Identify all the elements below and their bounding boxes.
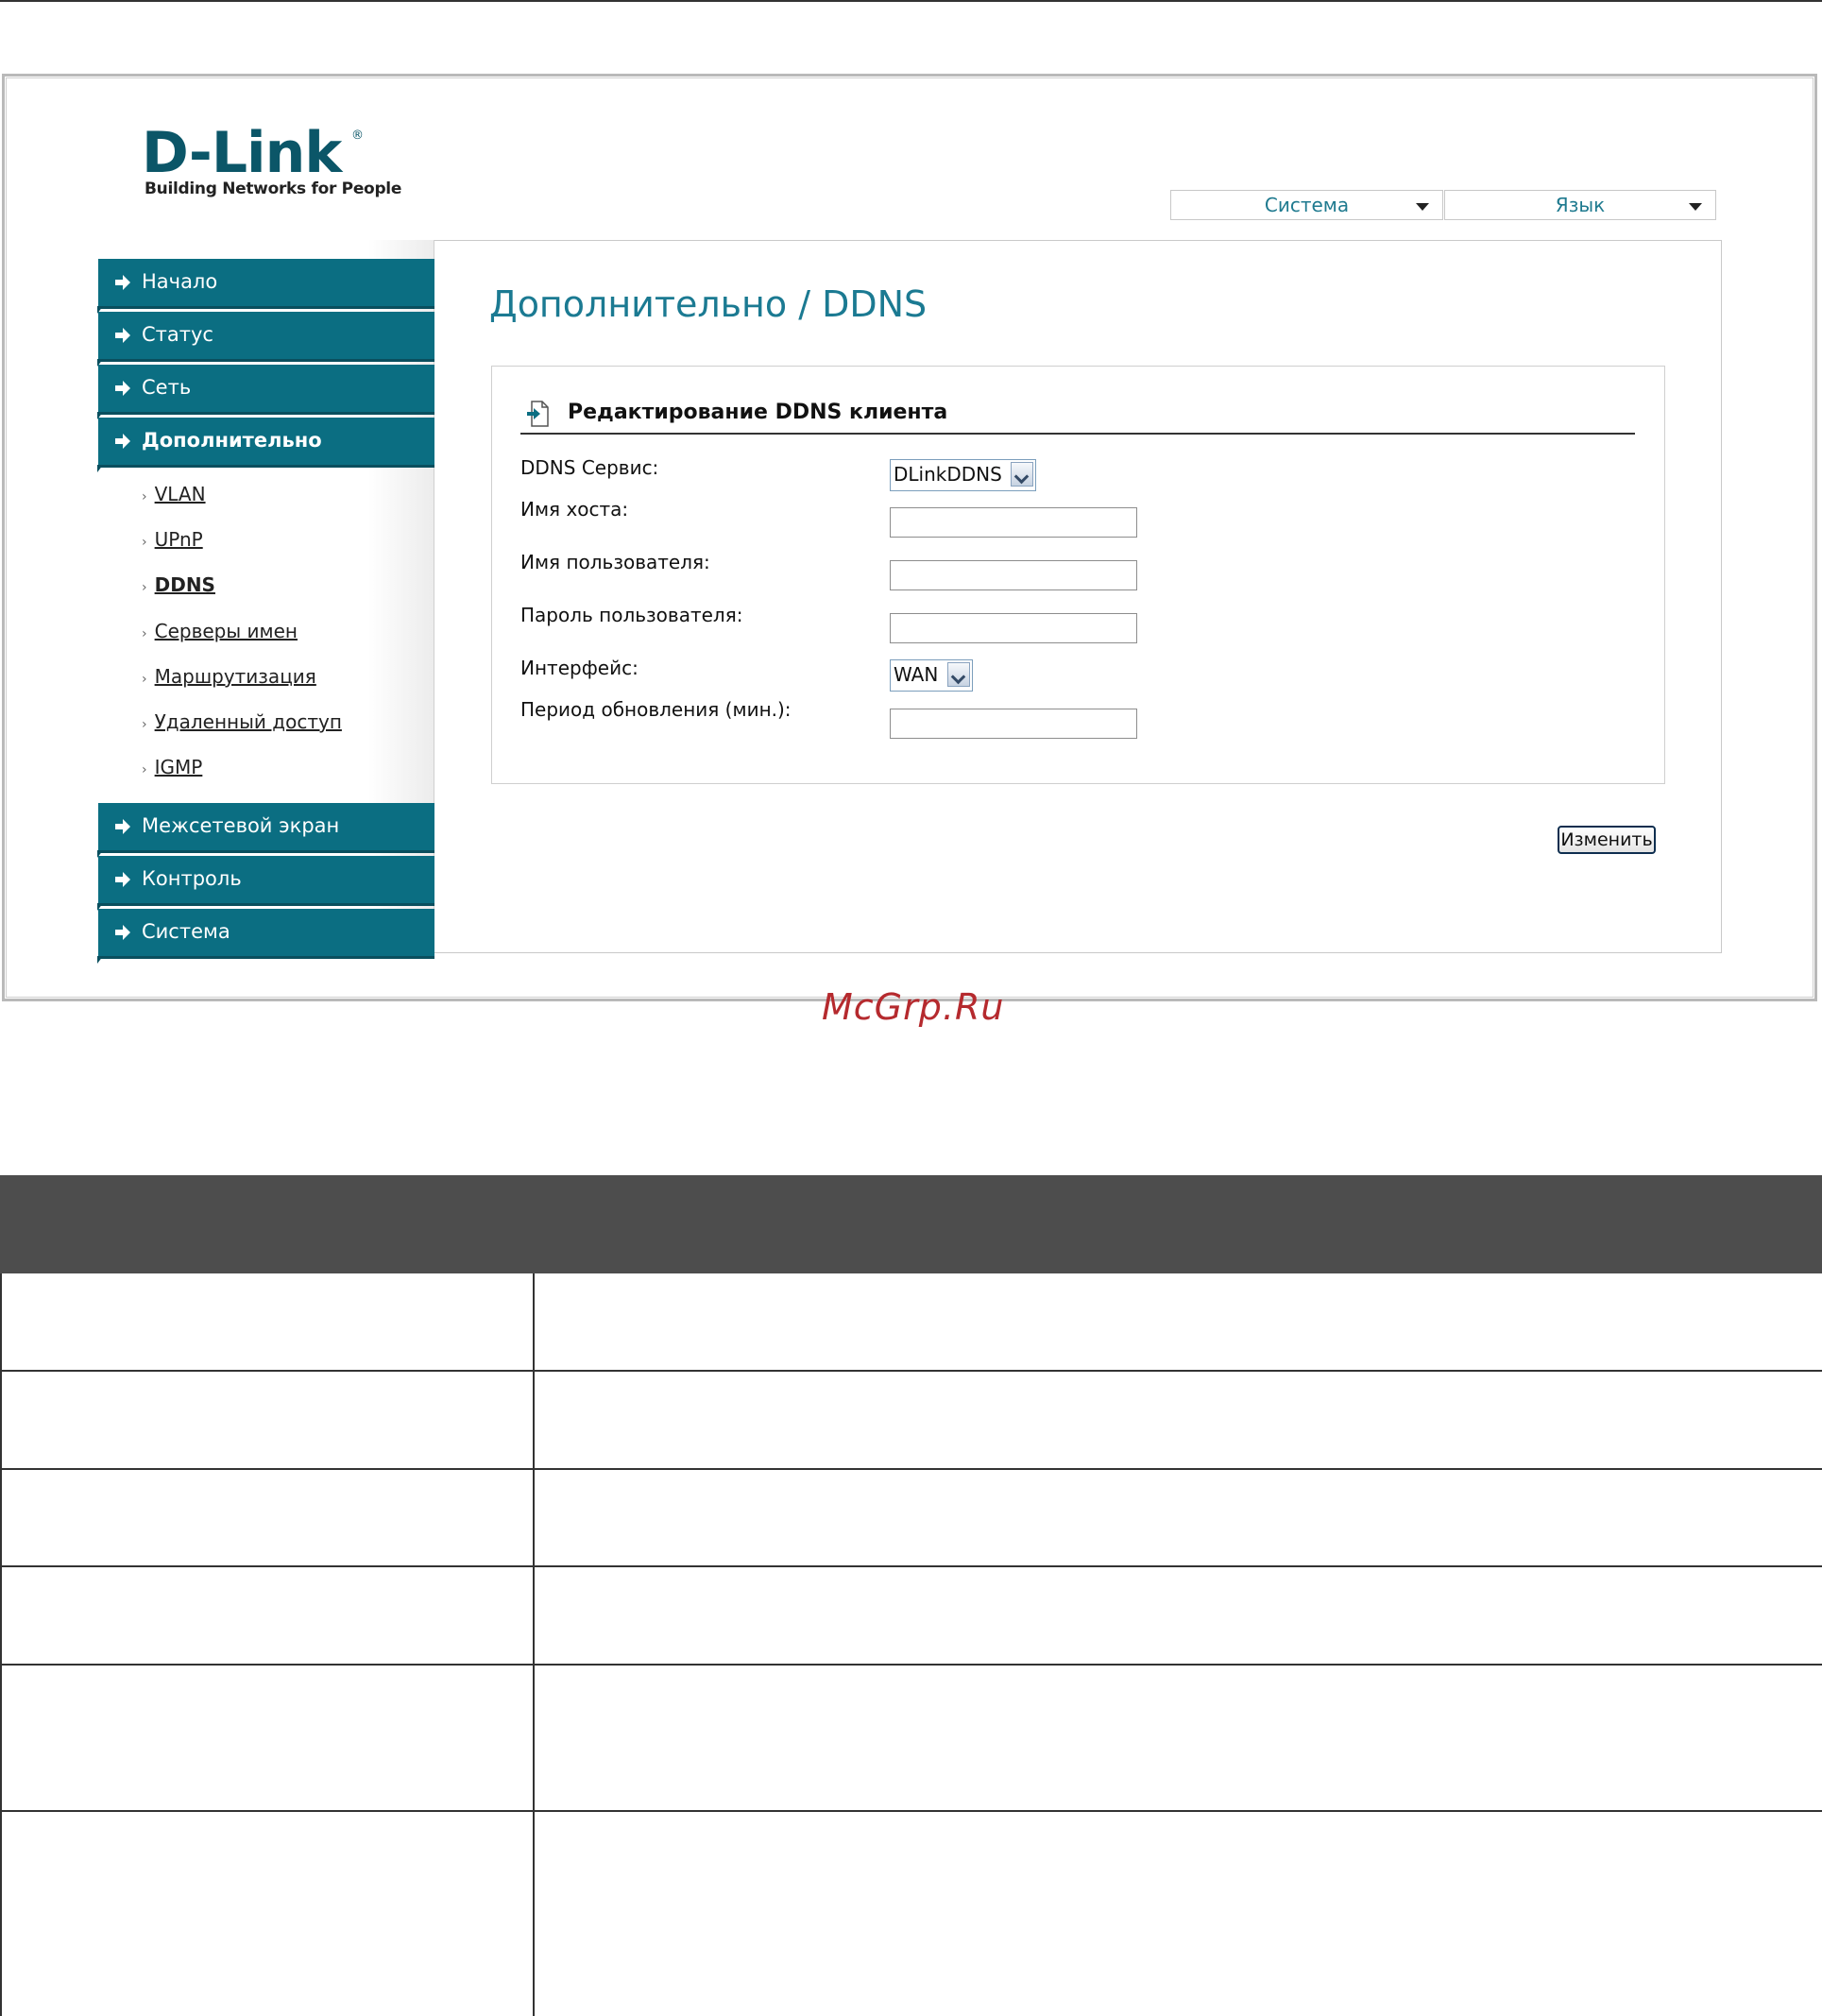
table-row — [0, 1812, 1822, 2016]
form-heading: Редактирование DDNS клиента — [568, 401, 948, 424]
interface-select[interactable]: WAN — [890, 659, 973, 692]
hostname-label: Имя хоста: — [520, 498, 629, 521]
sidebar-item-advanced[interactable]: Дополнительно — [97, 418, 434, 472]
arrow-right-icon — [115, 381, 130, 396]
watermark: McGrp.Ru — [822, 986, 1005, 1028]
table-cell — [0, 1666, 535, 1810]
subitem-upnp[interactable]: › UPnP — [142, 528, 203, 551]
chevron-down-icon — [1689, 203, 1702, 211]
registered-mark: ® — [351, 128, 364, 143]
arrow-right-icon — [115, 434, 130, 449]
dlink-logo: D-Link — [142, 120, 342, 186]
arrow-right-icon — [115, 819, 130, 834]
subitem-vlan[interactable]: › VLAN — [142, 483, 206, 505]
sidebar-item-home[interactable]: Начало — [97, 259, 434, 314]
sidebar-item-label: Начало — [142, 270, 218, 293]
username-input[interactable] — [890, 560, 1137, 590]
ddns-service-label: DDNS Сервис: — [520, 456, 659, 479]
chevron-down-icon — [1416, 203, 1429, 211]
system-menu-dropdown[interactable]: Система — [1170, 190, 1443, 220]
password-label: Пароль пользователя: — [520, 604, 743, 626]
system-menu-label: Система — [1264, 194, 1350, 216]
table-row — [0, 1273, 1822, 1372]
update-period-label: Период обновления (мин.): — [520, 698, 792, 721]
language-menu-label: Язык — [1555, 194, 1606, 216]
arrow-right-icon — [115, 872, 130, 887]
password-input[interactable] — [890, 613, 1137, 643]
table-header — [0, 1175, 1822, 1273]
sidebar-item-label: Дополнительно — [142, 429, 322, 452]
form-heading-divider — [520, 433, 1635, 435]
chevron-down-icon[interactable] — [1011, 462, 1033, 487]
sidebar-item-network[interactable]: Сеть — [97, 365, 434, 419]
change-button[interactable]: Изменить — [1558, 826, 1656, 854]
subitem-name-servers[interactable]: › Серверы имен — [142, 620, 298, 642]
sidebar-item-label: Статус — [142, 323, 213, 346]
arrow-right-icon — [115, 925, 130, 940]
table-row — [0, 1567, 1822, 1666]
sidebar-item-label: Сеть — [142, 376, 192, 399]
table-cell — [0, 1470, 535, 1565]
sidebar-item-label: Межсетевой экран — [142, 814, 340, 837]
table-row — [0, 1372, 1822, 1470]
subitem-remote-access[interactable]: › Удаленный доступ — [142, 710, 342, 733]
sidebar-item-label: Система — [142, 920, 230, 943]
sidebar-item-firewall[interactable]: Межсетевой экран — [97, 803, 434, 858]
interface-value: WAN — [894, 663, 939, 686]
ddns-service-select[interactable]: DLinkDDNS — [890, 459, 1036, 491]
hostname-input[interactable] — [890, 507, 1137, 538]
page-title: Дополнительно / DDNS — [489, 283, 928, 325]
sidebar-item-label: Контроль — [142, 867, 242, 890]
table-cell — [0, 1273, 535, 1370]
update-period-input[interactable] — [890, 709, 1137, 739]
subitem-routing[interactable]: › Маршрутизация — [142, 665, 316, 688]
subitem-igmp[interactable]: › IGMP — [142, 756, 202, 778]
table-cell — [0, 1812, 535, 2016]
chevron-down-icon[interactable] — [947, 662, 970, 687]
ddns-service-value: DLinkDDNS — [894, 463, 1002, 486]
arrow-right-icon — [115, 275, 130, 290]
table-cell — [0, 1372, 535, 1468]
table-row — [0, 1470, 1822, 1567]
logo-tagline: Building Networks for People — [145, 179, 402, 198]
page-top-rule — [0, 0, 1822, 2]
sidebar-item-system[interactable]: Система — [97, 909, 434, 964]
interface-label: Интерфейс: — [520, 657, 639, 679]
arrow-right-icon — [115, 328, 130, 343]
sidebar-item-status[interactable]: Статус — [97, 312, 434, 367]
document-edit-icon — [527, 401, 549, 427]
subitem-ddns[interactable]: › DDNS — [142, 573, 215, 596]
language-menu-dropdown[interactable]: Язык — [1444, 190, 1716, 220]
table-cell — [0, 1567, 535, 1664]
table-row — [0, 1666, 1822, 1812]
username-label: Имя пользователя: — [520, 551, 710, 573]
sidebar-item-control[interactable]: Контроль — [97, 856, 434, 911]
